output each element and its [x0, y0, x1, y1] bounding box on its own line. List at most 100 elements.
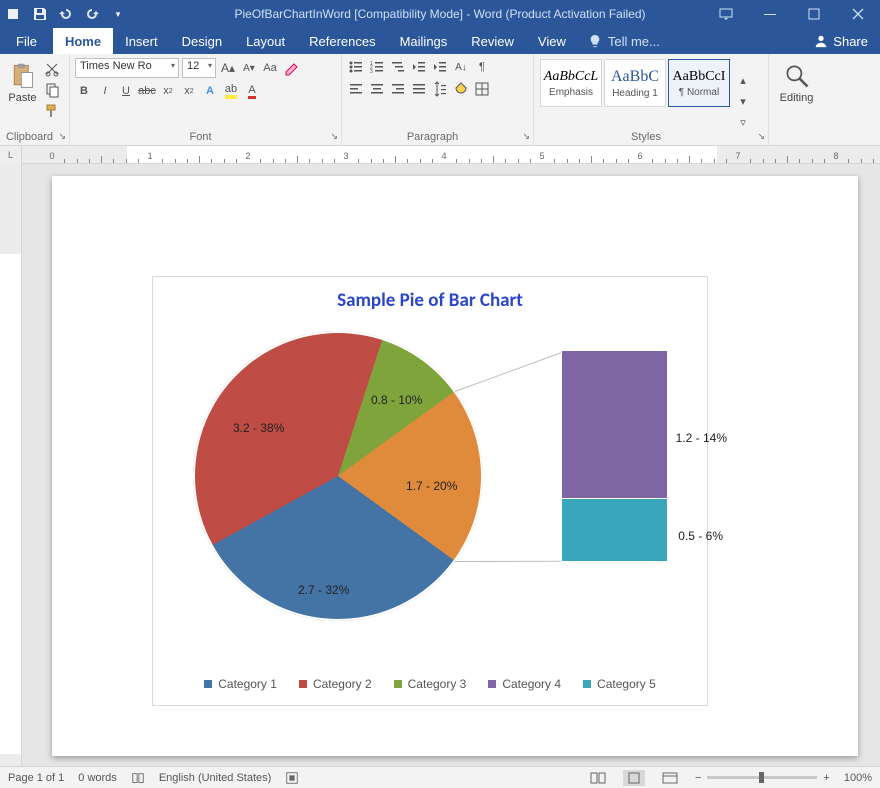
data-label-cat4: 1.2 - 14% [676, 431, 727, 445]
data-label-cat2: 3.2 - 38% [233, 421, 284, 435]
minimize-button[interactable] [748, 0, 792, 28]
legend-label: Category 4 [502, 677, 561, 691]
style-heading1[interactable]: AaBbC Heading 1 [604, 59, 666, 107]
legend-item: Category 3 [394, 677, 467, 691]
zoom-out-icon[interactable]: − [695, 772, 701, 784]
vertical-ruler[interactable] [0, 164, 22, 770]
status-language[interactable]: English (United States) [159, 772, 272, 784]
numbering-icon[interactable]: 123 [368, 58, 386, 76]
legend-label: Category 2 [313, 677, 372, 691]
strikethrough-icon[interactable]: abc [138, 82, 156, 100]
legend-item: Category 4 [488, 677, 561, 691]
increase-indent-icon[interactable] [431, 58, 449, 76]
superscript-icon[interactable]: x2 [180, 82, 198, 100]
italic-icon[interactable]: I [96, 82, 114, 100]
editing-button[interactable]: Editing [774, 58, 819, 145]
tab-view[interactable]: View [526, 28, 578, 54]
format-painter-icon[interactable] [43, 102, 61, 120]
status-macro-icon[interactable] [285, 771, 299, 785]
align-center-icon[interactable] [368, 80, 386, 98]
tab-references[interactable]: References [297, 28, 387, 54]
horizontal-ruler[interactable]: 012345678 [22, 146, 880, 164]
workspace: Sample Pie of Bar Chart 3.2 - 38% 2.7 - … [0, 164, 880, 770]
cut-icon[interactable] [43, 60, 61, 78]
style-name: Heading 1 [612, 88, 658, 99]
tab-file[interactable]: File [0, 28, 53, 54]
zoom-track[interactable] [707, 776, 817, 779]
sort-icon[interactable]: A↓ [452, 58, 470, 76]
zoom-slider[interactable]: − + [695, 772, 830, 784]
tab-layout[interactable]: Layout [234, 28, 297, 54]
tab-home[interactable]: Home [53, 28, 113, 54]
clear-formatting-icon[interactable] [282, 59, 300, 77]
tell-me-search[interactable]: Tell me... [578, 28, 670, 54]
bar-of-pie [562, 351, 667, 561]
font-size-combo[interactable]: 12 [182, 58, 216, 78]
status-words[interactable]: 0 words [78, 772, 117, 784]
bullets-icon[interactable] [347, 58, 365, 76]
read-mode-icon[interactable] [587, 770, 609, 786]
bold-icon[interactable]: B [75, 82, 93, 100]
grow-font-icon[interactable]: A▴ [219, 59, 237, 77]
qat-customize-icon[interactable]: ▾ [110, 6, 126, 22]
styles-row-up-icon[interactable]: ▴ [734, 72, 752, 90]
tab-mailings[interactable]: Mailings [388, 28, 460, 54]
group-label: Clipboard [0, 131, 59, 143]
align-left-icon[interactable] [347, 80, 365, 98]
dialog-launcher-icon[interactable]: ↘ [522, 131, 530, 142]
underline-icon[interactable]: U [117, 82, 135, 100]
show-marks-icon[interactable]: ¶ [473, 58, 491, 76]
text-effects-icon[interactable]: A [201, 82, 219, 100]
zoom-in-icon[interactable]: + [823, 772, 829, 784]
tab-selector[interactable]: L [0, 146, 22, 164]
font-name-combo[interactable]: Times New Ro [75, 58, 179, 78]
group-paragraph: 123 A↓ ¶ Paragraph ↘ [342, 54, 534, 145]
page: Sample Pie of Bar Chart 3.2 - 38% 2.7 - … [52, 176, 858, 756]
save-icon[interactable] [32, 6, 48, 22]
chart-object[interactable]: Sample Pie of Bar Chart 3.2 - 38% 2.7 - … [152, 276, 708, 706]
pie [193, 331, 483, 621]
print-layout-icon[interactable] [623, 770, 645, 786]
zoom-thumb[interactable] [759, 772, 764, 783]
justify-icon[interactable] [410, 80, 428, 98]
maximize-button[interactable] [792, 0, 836, 28]
document-area[interactable]: Sample Pie of Bar Chart 3.2 - 38% 2.7 - … [22, 164, 880, 770]
style-normal[interactable]: AaBbCcI ¶ Normal [668, 59, 730, 107]
data-label-other: 1.7 - 20% [406, 479, 457, 493]
borders-icon[interactable] [473, 80, 491, 98]
decrease-indent-icon[interactable] [410, 58, 428, 76]
zoom-level[interactable]: 100% [844, 772, 872, 784]
dialog-launcher-icon[interactable]: ↘ [330, 131, 338, 142]
style-emphasis[interactable]: AaBbCcL Emphasis [540, 59, 602, 107]
close-button[interactable] [836, 0, 880, 28]
font-color-icon[interactable]: A [243, 82, 261, 100]
data-label-cat5: 0.5 - 6% [678, 529, 723, 543]
shading-icon[interactable] [452, 80, 470, 98]
align-right-icon[interactable] [389, 80, 407, 98]
copy-icon[interactable] [43, 81, 61, 99]
status-page[interactable]: Page 1 of 1 [8, 772, 64, 784]
window-title: PieOfBarChartInWord [Compatibility Mode]… [234, 7, 645, 21]
share-button[interactable]: Share [802, 28, 880, 54]
highlight-icon[interactable]: ab [222, 82, 240, 100]
shrink-font-icon[interactable]: A▾ [240, 59, 258, 77]
undo-icon[interactable] [58, 6, 74, 22]
redo-icon[interactable] [84, 6, 100, 22]
dialog-launcher-icon[interactable]: ↘ [58, 131, 66, 142]
web-layout-icon[interactable] [659, 770, 681, 786]
change-case-icon[interactable]: Aa [261, 59, 279, 77]
tab-review[interactable]: Review [459, 28, 526, 54]
subscript-icon[interactable]: x2 [159, 82, 177, 100]
title-bar: ▾ PieOfBarChartInWord [Compatibility Mod… [0, 0, 880, 28]
dialog-launcher-icon[interactable]: ↘ [757, 131, 765, 142]
tab-insert[interactable]: Insert [113, 28, 170, 54]
ribbon-display-options-icon[interactable] [704, 0, 748, 28]
line-spacing-icon[interactable] [431, 80, 449, 98]
group-styles: AaBbCcL Emphasis AaBbC Heading 1 AaBbCcI… [534, 54, 769, 145]
styles-expand-icon[interactable]: ▿ [734, 114, 752, 132]
tab-design[interactable]: Design [170, 28, 234, 54]
multilevel-list-icon[interactable] [389, 58, 407, 76]
chart-title: Sample Pie of Bar Chart [153, 277, 707, 312]
styles-row-down-icon[interactable]: ▾ [734, 93, 752, 111]
status-book-icon[interactable] [131, 771, 145, 785]
